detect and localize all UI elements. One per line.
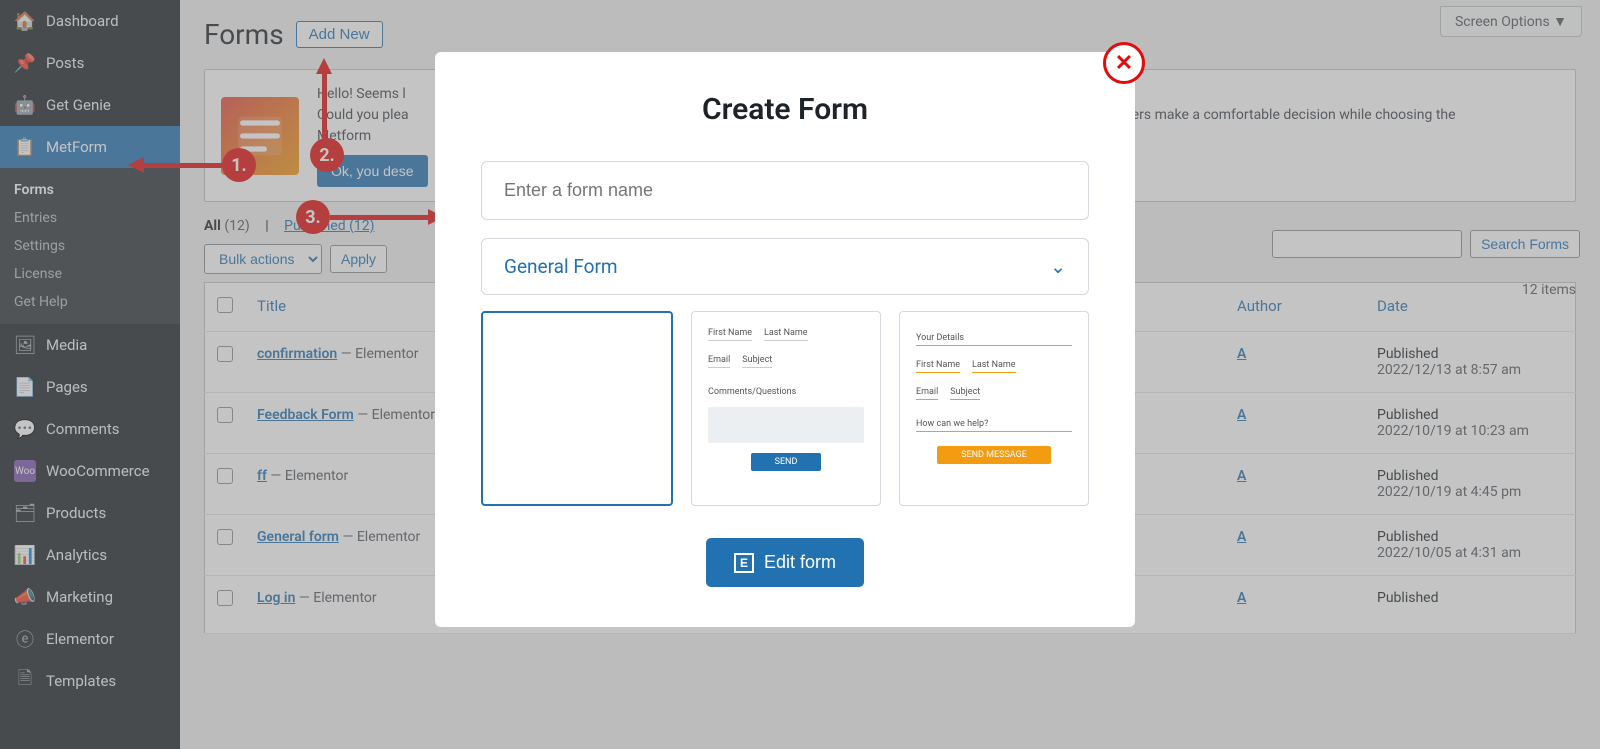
template-contact-blue[interactable]: First NameLast Name EmailSubject Comment… [691,311,881,506]
edit-form-label: Edit form [764,552,836,573]
form-name-input[interactable] [481,161,1089,220]
edit-form-button[interactable]: E Edit form [706,538,864,587]
elementor-icon: E [734,553,754,573]
modal-title: Create Form [481,92,1089,127]
chevron-down-icon: ⌄ [1050,255,1066,278]
select-value: General Form [504,255,618,278]
template-blank[interactable] [481,311,673,506]
template-contact-orange[interactable]: Your Details First NameLast Name EmailSu… [899,311,1089,506]
close-icon[interactable]: ✕ [1103,42,1145,84]
form-type-select[interactable]: General Form ⌄ [481,238,1089,295]
template-gallery: First NameLast Name EmailSubject Comment… [481,311,1089,506]
create-form-modal: ✕ Create Form General Form ⌄ First NameL… [435,52,1135,627]
